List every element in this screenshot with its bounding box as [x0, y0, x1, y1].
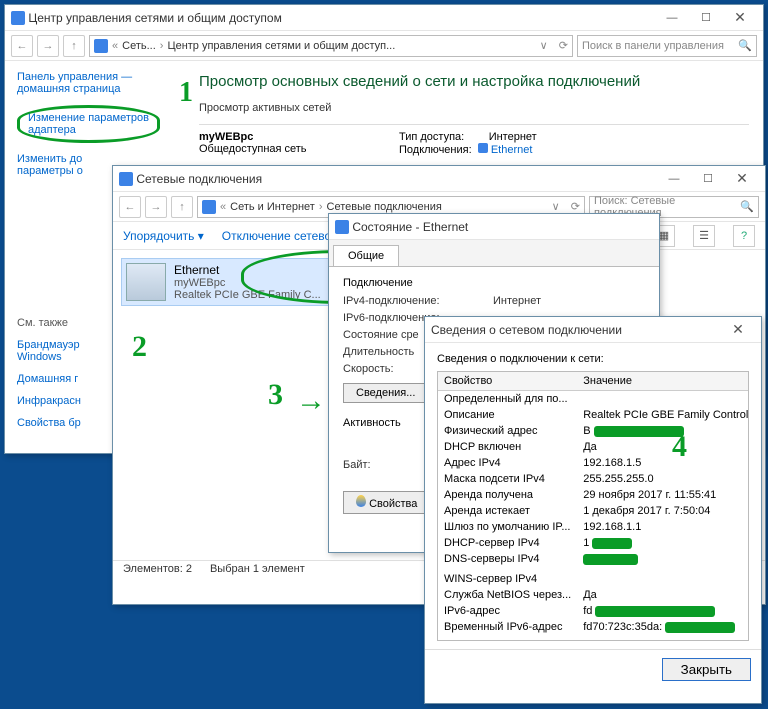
maximize-button[interactable]: ☐ [691, 166, 725, 192]
tab-row: Общие [329, 240, 659, 267]
main-heading: Просмотр основных сведений о сети и наст… [199, 73, 749, 90]
table-row: Маска подсети IPv4255.255.255.0 [438, 471, 749, 487]
table-row: Аренда получена29 ноября 2017 г. 11:55:4… [438, 487, 749, 503]
close-dialog-button[interactable]: Закрыть [662, 658, 751, 681]
network-name: myWEBpc [199, 131, 399, 143]
table-row: DNS-серверы IPv4 [438, 551, 749, 567]
path-seg1[interactable]: Сеть и Интернет [230, 201, 315, 213]
disable-device[interactable]: Отключение сетевого [222, 229, 342, 243]
w4-titlebar: Сведения о сетевом подключении ✕ [425, 317, 761, 343]
conn-label: Подключения: [399, 144, 472, 156]
w2-title: Сетевые подключения [136, 172, 262, 186]
adapter-name: Ethernet [174, 263, 321, 277]
table-row: DHCP-сервер IPv41 [438, 535, 749, 551]
ethernet-icon [478, 143, 488, 153]
access-value: Интернет [489, 131, 537, 143]
table-row: Шлюз по умолчанию IP...192.168.1.1 [438, 519, 749, 535]
minimize-button[interactable]: — [657, 166, 691, 192]
status-count: Элементов: 2 [123, 563, 192, 580]
table-row: Временный IPv6-адресfd70:723c:35da: [438, 619, 749, 635]
maximize-button[interactable]: ☐ [689, 5, 723, 31]
netconn-icon [119, 172, 133, 186]
table-row: Адрес IPv4192.168.1.5 [438, 455, 749, 471]
w2-titlebar: Сетевые подключения — ☐ ✕ [113, 166, 765, 192]
status-icon [335, 220, 349, 234]
adapter-network: myWEBpc [174, 277, 321, 289]
sidebar-adapter-settings[interactable]: Изменение параметровадаптера [17, 105, 173, 143]
access-label: Тип доступа: [399, 131, 464, 143]
path-icon [94, 39, 108, 53]
help-button[interactable]: ? [733, 225, 755, 247]
details-button[interactable]: Сведения... [343, 383, 428, 403]
annotation-1: 1 [179, 77, 193, 109]
shield-icon [356, 495, 366, 507]
forward-button[interactable]: → [145, 196, 167, 218]
adapter-icon [126, 263, 166, 301]
ipv4-label: IPv4-подключение: [343, 295, 493, 307]
back-button[interactable]: ← [11, 35, 33, 57]
table-row: Служба NetBIOS через...Да [438, 587, 749, 603]
conn-link[interactable]: Ethernet [491, 144, 533, 156]
group-connection: Подключение [343, 277, 645, 289]
col-property: Свойство [438, 372, 577, 391]
table-row: Аренда истекает1 декабря 2017 г. 7:50:04 [438, 503, 749, 519]
active-networks-heading: Просмотр активных сетей [199, 102, 749, 114]
tab-general[interactable]: Общие [333, 245, 399, 267]
path-icon [202, 200, 216, 214]
control-panel-icon [11, 11, 25, 25]
status-selected: Выбран 1 элемент [210, 563, 305, 580]
w4-subtitle: Сведения о подключении к сети: [437, 353, 749, 365]
properties-button[interactable]: Свойства [343, 491, 430, 514]
details-table: СвойствоЗначение Определенный для по...О… [438, 372, 749, 635]
close-button[interactable]: ✕ [723, 5, 757, 31]
table-row: Физический адресB [438, 423, 749, 439]
close-button[interactable]: ✕ [725, 166, 759, 192]
w1-titlebar: Центр управления сетями и общим доступом… [5, 5, 763, 31]
ipv4-value: Интернет [493, 295, 541, 307]
organize-menu[interactable]: Упорядочить ▾ [123, 229, 204, 243]
view-details-button[interactable]: ☰ [693, 225, 715, 247]
sidebar-home[interactable]: Панель управления —домашняя страница [17, 71, 173, 95]
search-icon: 🔍 [738, 39, 752, 52]
table-row: Определенный для по... [438, 391, 749, 408]
table-row: ОписаниеRealtek PCIe GBE Family Controll… [438, 407, 749, 423]
table-row: DHCP включенДа [438, 439, 749, 455]
up-button[interactable]: ↑ [171, 196, 193, 218]
search-placeholder: Поиск в панели управления [582, 40, 724, 52]
col-value: Значение [577, 372, 749, 391]
w1-addressbar: ← → ↑ « Сеть... › Центр управления сетям… [5, 31, 763, 61]
path-box[interactable]: « Сеть... › Центр управления сетями и об… [89, 35, 573, 57]
w4-title: Сведения о сетевом подключении [431, 323, 622, 337]
adapter-ethernet[interactable]: Ethernet myWEBpc Realtek PCIe GBE Family… [121, 258, 331, 306]
close-button[interactable]: ✕ [721, 317, 755, 343]
w3-titlebar: Состояние - Ethernet [329, 214, 659, 240]
back-button[interactable]: ← [119, 196, 141, 218]
search-input[interactable]: Поиск в панели управления 🔍 [577, 35, 757, 57]
up-button[interactable]: ↑ [63, 35, 85, 57]
network-type: Общедоступная сеть [199, 143, 399, 155]
path-seg2[interactable]: Сетевые подключения [327, 201, 442, 213]
search-icon: 🔍 [740, 200, 754, 213]
forward-button[interactable]: → [37, 35, 59, 57]
w1-title: Центр управления сетями и общим доступом [28, 11, 282, 25]
w3-title: Состояние - Ethernet [352, 220, 468, 234]
table-row: WINS-сервер IPv4 [438, 571, 749, 587]
path-seg1[interactable]: Сеть... [122, 40, 156, 52]
path-seg2[interactable]: Центр управления сетями и общим доступ..… [167, 40, 395, 52]
table-row: IPv6-адресfd [438, 603, 749, 619]
adapter-device: Realtek PCIe GBE Family C... [174, 289, 321, 301]
minimize-button[interactable]: — [655, 5, 689, 31]
